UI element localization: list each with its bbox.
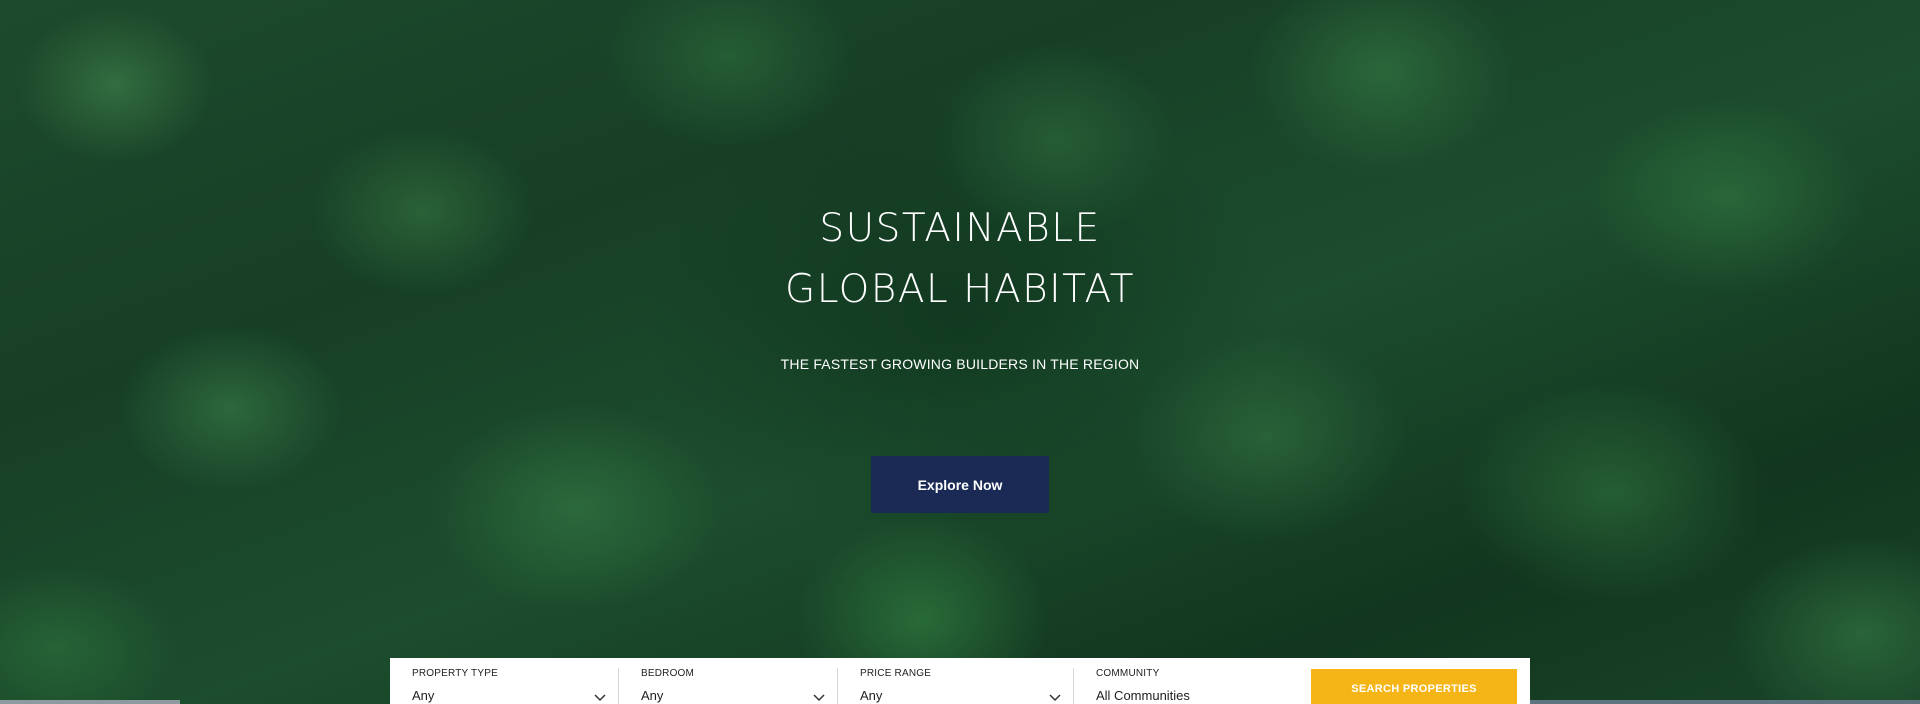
price-range-label: PRICE RANGE [860,668,932,679]
property-type-value: Any [412,688,435,703]
bottom-strip-right [1530,700,1920,704]
bedroom-value: Any [641,688,664,703]
hero-subheadline: THE FASTEST GROWING BUILDERS IN THE REGI… [780,356,1140,372]
search-properties-button[interactable]: SEARCH PROPERTIES [1311,669,1517,704]
property-type-select[interactable]: PROPERTY TYPE Any [390,668,619,704]
price-range-value: Any [860,688,883,703]
community-value: All Communities [1096,688,1190,703]
explore-now-button[interactable]: Explore Now [871,456,1049,513]
community-label: COMMUNITY [1096,668,1160,679]
bedroom-label: BEDROOM [641,668,695,679]
chevron-down-icon [813,694,825,702]
chevron-down-icon [1049,694,1061,702]
community-select[interactable]: COMMUNITY All Communities [1074,668,1304,704]
property-type-label: PROPERTY TYPE [412,668,498,679]
chevron-down-icon [594,694,606,702]
hero-section: SUSTAINABLE GLOBAL HABITAT THE FASTEST G… [0,0,1920,704]
price-range-select[interactable]: PRICE RANGE Any [838,668,1074,704]
hero-headline-line1: SUSTAINABLE [819,206,1101,251]
property-search-bar: PROPERTY TYPE Any BEDROOM Any PRICE RANG… [390,658,1530,704]
bottom-strip-left [0,700,180,704]
bedroom-select[interactable]: BEDROOM Any [619,668,838,704]
hero-headline-line2: GLOBAL HABITAT [785,267,1135,312]
